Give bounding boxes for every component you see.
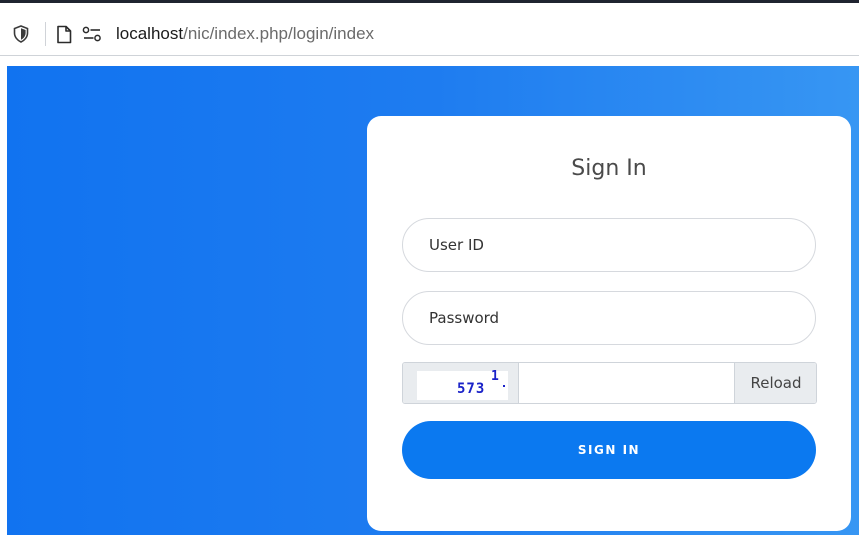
captcha-row: 573 1 Reload [402, 362, 817, 404]
url-path: /nic/index.php/login/index [183, 24, 375, 43]
url-host: localhost [116, 24, 184, 43]
user-id-input[interactable] [429, 219, 799, 271]
shield-icon[interactable] [13, 25, 29, 43]
window-top-edge [0, 0, 859, 6]
user-id-field-wrapper [402, 218, 816, 272]
browser-address-bar: localhost/nic/index.php/login/index [0, 12, 859, 56]
password-field-wrapper [402, 291, 816, 345]
password-input[interactable] [429, 292, 799, 344]
captcha-image-box: 573 1 [403, 363, 519, 403]
captcha-superscript: 1 [491, 369, 499, 384]
captcha-input[interactable] [520, 363, 734, 403]
page-icon[interactable] [56, 25, 72, 44]
captcha-image: 573 1 [417, 369, 508, 400]
permissions-icon[interactable] [82, 26, 102, 42]
login-card: Sign In 573 1 Reload SIGN IN [367, 116, 851, 531]
toolbar-separator [45, 22, 46, 46]
captcha-noise-dot [503, 385, 505, 387]
page-title: Sign In [571, 156, 647, 181]
url-field[interactable]: localhost/nic/index.php/login/index [116, 22, 374, 46]
captcha-text: 573 [457, 381, 486, 397]
sign-in-button[interactable]: SIGN IN [402, 421, 816, 479]
reload-captcha-button[interactable]: Reload [734, 363, 816, 403]
